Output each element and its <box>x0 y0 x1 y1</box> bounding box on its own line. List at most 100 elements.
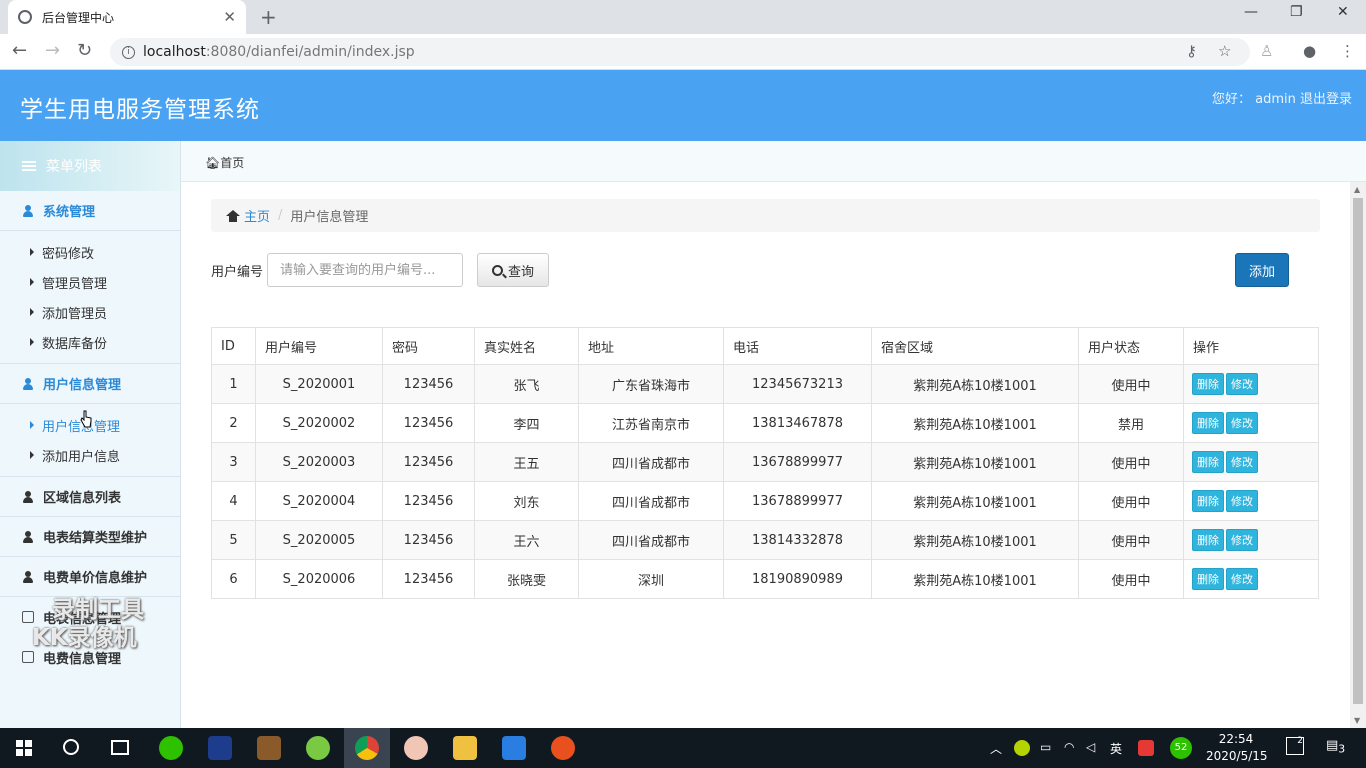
intellij-icon[interactable] <box>208 736 232 760</box>
table-cell: S_2020002 <box>255 403 383 443</box>
search-circle-icon[interactable] <box>63 739 79 755</box>
caret-right-icon <box>30 278 34 286</box>
sidebar-item-admins[interactable]: 管理员管理 <box>0 267 180 297</box>
query-button[interactable]: 查询 <box>477 253 549 287</box>
username-link[interactable]: admin <box>1255 92 1296 107</box>
app-header: 学生用电服务管理系统 您好： admin 退出登录 <box>0 70 1366 141</box>
delete-button[interactable]: 删除 <box>1192 451 1224 473</box>
caret-right-icon <box>30 338 34 346</box>
breadcrumb-separator: / <box>278 208 283 223</box>
scroll-down-icon[interactable]: ▼ <box>1354 716 1360 725</box>
table-cell: 张飞 <box>474 364 579 404</box>
game-icon[interactable] <box>257 736 281 760</box>
sidebar-item-add-user[interactable]: 添加用户信息 <box>0 440 180 470</box>
caret-right-icon <box>30 421 34 429</box>
user-icon <box>22 490 34 503</box>
menu-dots-icon[interactable]: ⋮ <box>1340 42 1355 60</box>
battery-icon[interactable]: ▭ <box>1040 740 1051 754</box>
table-cell: 使用中 <box>1078 364 1184 404</box>
new-tab-button[interactable]: + <box>260 5 277 29</box>
table-cell: 123456 <box>382 442 475 482</box>
close-window-icon[interactable]: ✕ <box>1337 4 1349 20</box>
notification-icon[interactable]: ▤3 <box>1326 738 1345 756</box>
ime-indicator[interactable]: 英 <box>1110 740 1122 757</box>
logout-link[interactable]: 退出登录 <box>1300 92 1352 107</box>
volume-icon[interactable]: ◁ <box>1086 740 1095 754</box>
info-icon[interactable]: i <box>122 45 135 59</box>
tray-badge[interactable]: 52 <box>1170 737 1192 759</box>
delete-button[interactable]: 删除 <box>1192 490 1224 512</box>
close-tab-icon[interactable]: ✕ <box>223 8 236 26</box>
scroll-thumb[interactable] <box>1353 198 1363 704</box>
delete-button[interactable]: 删除 <box>1192 373 1224 395</box>
table-cell: S_2020006 <box>255 559 383 599</box>
green-app-icon[interactable] <box>306 736 330 760</box>
wps-icon[interactable] <box>502 736 526 760</box>
user-info: 您好： admin 退出登录 <box>1212 88 1352 107</box>
sidebar-item-backup[interactable]: 数据库备份 <box>0 327 180 357</box>
sidebar-item-password[interactable]: 密码修改 <box>0 237 180 267</box>
app-title: 学生用电服务管理系统 <box>20 97 260 123</box>
recorder-icon[interactable] <box>551 736 575 760</box>
table-cell: 紫荆苑A栋10楼1001 <box>871 403 1079 443</box>
user-table: ID 用户编号 密码 真实姓名 地址 电话 宿舍区域 用户状态 操作 1 S_20… <box>211 327 1319 599</box>
sidebar-item-add-admin[interactable]: 添加管理员 <box>0 297 180 327</box>
edit-button[interactable]: 修改 <box>1226 490 1258 512</box>
sidebar-group-system[interactable]: 系统管理 <box>0 191 180 231</box>
search-label: 用户编号 <box>211 265 264 280</box>
delete-button[interactable]: 删除 <box>1192 412 1224 434</box>
back-icon[interactable]: ← <box>12 40 27 61</box>
desktop-button[interactable]: 2 <box>1286 737 1304 755</box>
edit-button[interactable]: 修改 <box>1226 568 1258 590</box>
sidebar-group-prices[interactable]: 电费单价信息维护 <box>0 557 180 597</box>
sidebar-group-meter-types[interactable]: 电表结算类型维护 <box>0 517 180 557</box>
globe-icon <box>18 10 32 24</box>
file-explorer-icon[interactable] <box>453 736 477 760</box>
add-button[interactable]: 添加 <box>1235 253 1289 287</box>
profile-icon[interactable]: ● <box>1303 42 1316 60</box>
delete-button[interactable]: 删除 <box>1192 529 1224 551</box>
home-tab[interactable]: 🏠︎首页 <box>205 154 244 171</box>
key-icon[interactable]: ⚷ <box>1186 42 1197 60</box>
delete-button[interactable]: 删除 <box>1192 568 1224 590</box>
scroll-up-icon[interactable]: ▲ <box>1354 185 1360 194</box>
table-cell: 紫荆苑A栋10楼1001 <box>871 364 1079 404</box>
system-clock[interactable]: 22:54 2020/5/15 <box>1206 731 1268 765</box>
browser-tab[interactable]: 后台管理中心 ✕ <box>8 0 246 34</box>
col-header: ID <box>211 327 256 365</box>
page-tabs-bar: 🏠︎首页 <box>181 141 1366 182</box>
page-scrollbar[interactable]: ▲ ▼ <box>1350 182 1366 728</box>
edit-button[interactable]: 修改 <box>1226 373 1258 395</box>
table-cell: 123456 <box>382 364 475 404</box>
avatar-app-icon[interactable] <box>404 736 428 760</box>
sogou-icon[interactable] <box>1138 740 1154 756</box>
address-bar[interactable]: i localhost:8080/dianfei/admin/index.jsp <box>110 38 1250 66</box>
sidebar-group-meters[interactable]: 电表信息管理 <box>0 597 180 637</box>
chrome-icon[interactable] <box>355 736 379 760</box>
sidebar-group-users[interactable]: 用户信息管理 <box>0 364 180 404</box>
tray-expand-icon[interactable]: ︿ <box>990 740 1002 757</box>
sidebar-group-fees[interactable]: 电费信息管理 <box>0 637 180 677</box>
col-header: 用户编号 <box>255 327 383 365</box>
minimize-icon[interactable]: — <box>1244 4 1258 20</box>
search-input[interactable] <box>267 253 463 287</box>
restore-icon[interactable]: ❐ <box>1290 4 1303 20</box>
col-header: 用户状态 <box>1078 327 1184 365</box>
wechat-icon[interactable] <box>159 736 183 760</box>
sidebar-group-areas[interactable]: 区域信息列表 <box>0 477 180 517</box>
edit-button[interactable]: 修改 <box>1226 412 1258 434</box>
breadcrumb-home[interactable]: 主页 <box>244 206 270 225</box>
wifi-icon[interactable]: ◠ <box>1064 740 1074 754</box>
caret-right-icon <box>30 308 34 316</box>
edit-button[interactable]: 修改 <box>1226 451 1258 473</box>
table-cell: 江苏省南京市 <box>578 403 724 443</box>
task-view-icon[interactable] <box>111 740 129 755</box>
col-header: 密码 <box>382 327 475 365</box>
star-icon[interactable]: ☆ <box>1218 42 1231 60</box>
windows-start-icon[interactable] <box>16 740 32 756</box>
forward-icon[interactable]: → <box>45 40 60 61</box>
tray-app-icon[interactable] <box>1014 740 1030 756</box>
edit-button[interactable]: 修改 <box>1226 529 1258 551</box>
extension-icon[interactable]: ♙ <box>1260 42 1273 60</box>
reload-icon[interactable]: ↻ <box>77 40 92 61</box>
